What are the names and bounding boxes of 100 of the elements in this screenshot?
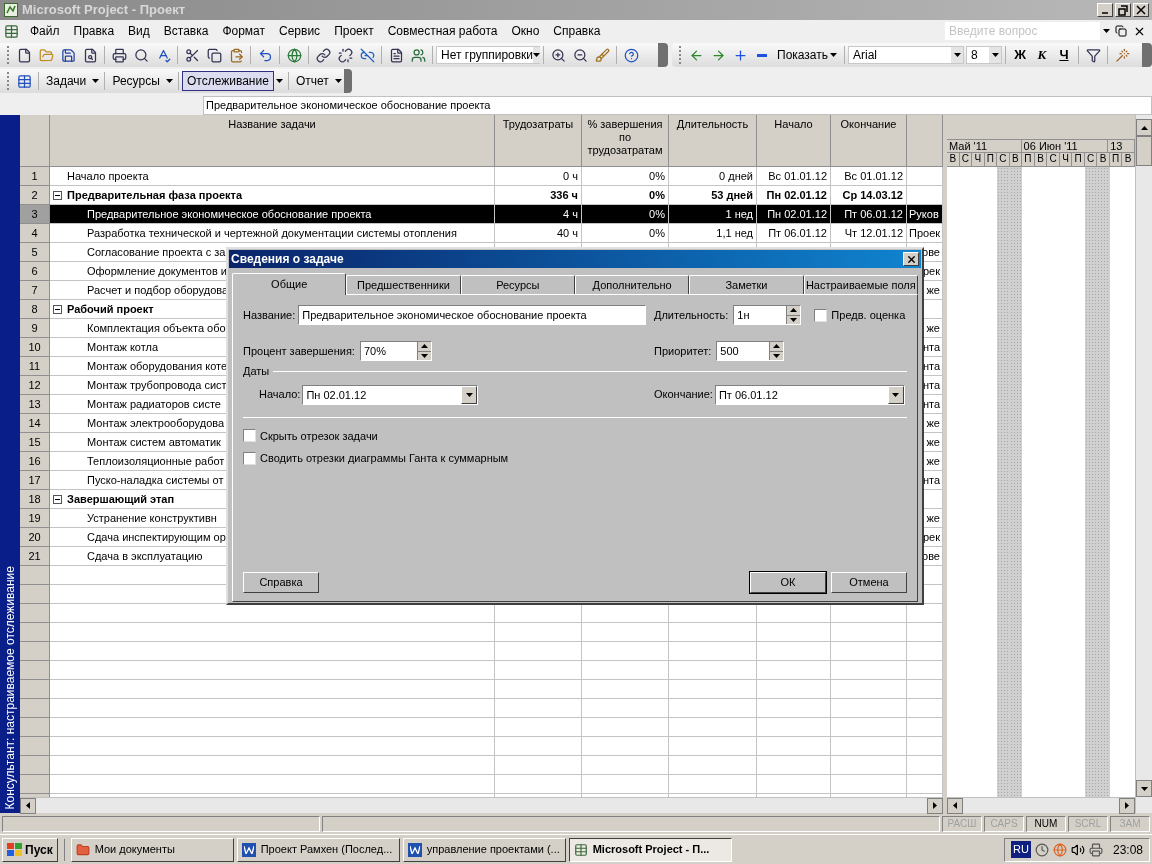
restore-button[interactable]	[1112, 25, 1130, 37]
table-cell-text: 0%	[649, 225, 665, 241]
menu-item[interactable]: Справка	[546, 22, 608, 40]
taskbar-button[interactable]: Microsoft Project - П...	[568, 837, 732, 862]
task-name: Рабочий проект	[67, 301, 154, 317]
table-cell-text: же	[926, 282, 940, 298]
row-number: 11	[20, 357, 50, 376]
caret-down-icon	[1102, 29, 1110, 33]
table-cell-text: 0 дней	[719, 168, 753, 184]
language-indicator[interactable]: RU	[1011, 841, 1031, 858]
underline-button[interactable]: Ч	[1053, 45, 1075, 65]
taskbar-button[interactable]: Мои документы	[70, 837, 234, 862]
entry-field[interactable]: Предварительное экономическое обоснование проекта	[203, 96, 1152, 115]
font-size-dropdown[interactable]: 8	[966, 46, 1002, 64]
dropdown-button[interactable]	[273, 79, 285, 83]
table-cell-text: же	[926, 320, 940, 336]
checkbox[interactable]	[814, 308, 828, 322]
taskbar-button[interactable]: Проект Рамхен (Послед...	[236, 837, 400, 862]
tab[interactable]: Предшественники	[346, 275, 461, 294]
table-cell-text: 0%	[649, 168, 665, 184]
menu-item[interactable]: Вид	[121, 22, 157, 40]
table-cell-text: Руков	[909, 206, 939, 222]
task-name: Завершающий этап	[67, 491, 175, 507]
guide-menu-button[interactable]: Задачи	[42, 71, 91, 91]
menu-item[interactable]: Правка	[66, 22, 122, 40]
checkbox[interactable]	[243, 429, 256, 443]
column-header[interactable]: Трудозатраты	[495, 115, 582, 167]
toolbar-options-icon	[1142, 43, 1152, 67]
row-number: 18	[20, 490, 50, 509]
table-cell-text: 4 ч	[563, 206, 578, 222]
collapse-icon[interactable]	[53, 304, 62, 314]
task-name: Согласование проекта с за	[87, 244, 226, 260]
taskbar-button[interactable]: управление проектами (...	[402, 837, 566, 862]
table-row[interactable]: 2 Предварительная фаза проекта 336 ч 0% 53 дней Пн 02.01.12 Ср 14.03.12	[20, 186, 943, 205]
dropdown-button[interactable]	[332, 79, 344, 83]
table-row[interactable]: 4 Разработка технической и чертежной документации системы отопления 40 ч 0% 1,1 нед Пт 06.01.12 Чт 12.01.12 Проек	[20, 224, 943, 243]
guide-menu-button[interactable]: Отчет	[292, 71, 333, 91]
dropdown-button[interactable]	[90, 79, 102, 83]
toolbar-options-icon	[344, 69, 352, 93]
status-indicator: NUM	[1026, 815, 1066, 832]
tab[interactable]: Настраиваемые поля	[803, 275, 918, 294]
guide-menu-button[interactable]: Отслеживание	[181, 71, 274, 91]
guide-menu-button[interactable]: Ресурсы	[108, 71, 164, 91]
column-header[interactable]: Длительность	[669, 115, 757, 167]
collapse-icon[interactable]	[53, 494, 62, 504]
table-cell-text: 0%	[649, 187, 665, 203]
restore-button[interactable]	[1115, 3, 1131, 17]
row-number: 17	[20, 471, 50, 490]
day-label: С	[1049, 153, 1057, 165]
horizontal-scrollbar[interactable]	[20, 797, 943, 813]
bold-button[interactable]: Ж	[1009, 45, 1031, 65]
tab[interactable]: Дополнительно	[575, 275, 690, 294]
font-dropdown[interactable]: Arial	[848, 46, 964, 64]
checkbox[interactable]	[243, 451, 256, 465]
column-header[interactable]: Начало	[757, 115, 831, 167]
name-field[interactable]: Предварительное экономическое обоснование проекта	[298, 305, 647, 325]
empty-row[interactable]	[20, 604, 943, 623]
table-row[interactable]: 1 Начало проекта 0 ч 0% 0 дней Вс 01.01.12 Вс 01.01.12	[20, 167, 943, 186]
horizontal-scrollbar[interactable]	[947, 797, 1135, 813]
task-name: Комплектация объекта обо	[87, 320, 226, 336]
menu-item[interactable]: Сервис	[272, 22, 328, 40]
tab[interactable]: Заметки	[689, 275, 804, 294]
italic-button[interactable]: К	[1031, 45, 1053, 65]
day-label: Ч	[974, 153, 982, 165]
start-button[interactable]: Пуск	[2, 837, 58, 862]
collapse-icon[interactable]	[53, 190, 62, 200]
close-button[interactable]	[903, 252, 919, 266]
vertical-scrollbar[interactable]	[1135, 115, 1152, 813]
close-button[interactable]	[1133, 3, 1149, 17]
menu-item[interactable]: Файл	[23, 22, 67, 40]
table-cell-text: Вс 01.01.12	[844, 168, 903, 184]
menu-item[interactable]: Проект	[327, 22, 381, 40]
table-cell-text: 1 нед	[725, 206, 753, 222]
tab[interactable]: Общие	[232, 273, 347, 295]
menu-item[interactable]: Вставка	[156, 22, 216, 40]
dialog-button[interactable]: Отмена	[831, 572, 907, 593]
table-row[interactable]: 3 Предварительное экономическое обоснование проекта 4 ч 0% 1 нед Пн 02.01.12 Пт 06.01.12 Руков	[20, 205, 943, 224]
dropdown-button[interactable]	[163, 79, 175, 83]
column-header[interactable]: Окончание	[831, 115, 907, 167]
scroll-thumb[interactable]	[1136, 136, 1152, 166]
dialog-title: Сведения о задаче	[231, 251, 344, 268]
show-button[interactable]: Показать	[773, 46, 841, 64]
grouping-dropdown[interactable]: Нет группировки	[436, 46, 540, 64]
column-header[interactable]: Название задачи	[50, 115, 495, 167]
menu-item[interactable]: Окно	[504, 22, 547, 40]
dialog-button[interactable]: ОК	[750, 572, 826, 593]
table-cell-text: Вс 01.01.12	[768, 168, 827, 184]
table-cell-text: же	[926, 510, 940, 526]
menu-item[interactable]: Формат	[215, 22, 273, 40]
task-name: Монтаж радиаторов систе	[87, 396, 221, 412]
toolbar-options-icon	[658, 43, 668, 67]
tab[interactable]: Ресурсы	[460, 275, 575, 294]
view-label: Консультант: настраиваемое отслеживание	[2, 565, 18, 809]
help-search-field[interactable]: Введите вопрос	[945, 22, 1100, 40]
project-icon	[573, 842, 588, 857]
menu-item[interactable]: Совместная работа	[380, 22, 505, 40]
table-cell-text: же	[926, 453, 940, 469]
dialog-button[interactable]: Справка	[243, 572, 319, 593]
minimize-button[interactable]	[1097, 3, 1113, 17]
column-header[interactable]: % завершения по трудозатратам	[582, 115, 669, 167]
